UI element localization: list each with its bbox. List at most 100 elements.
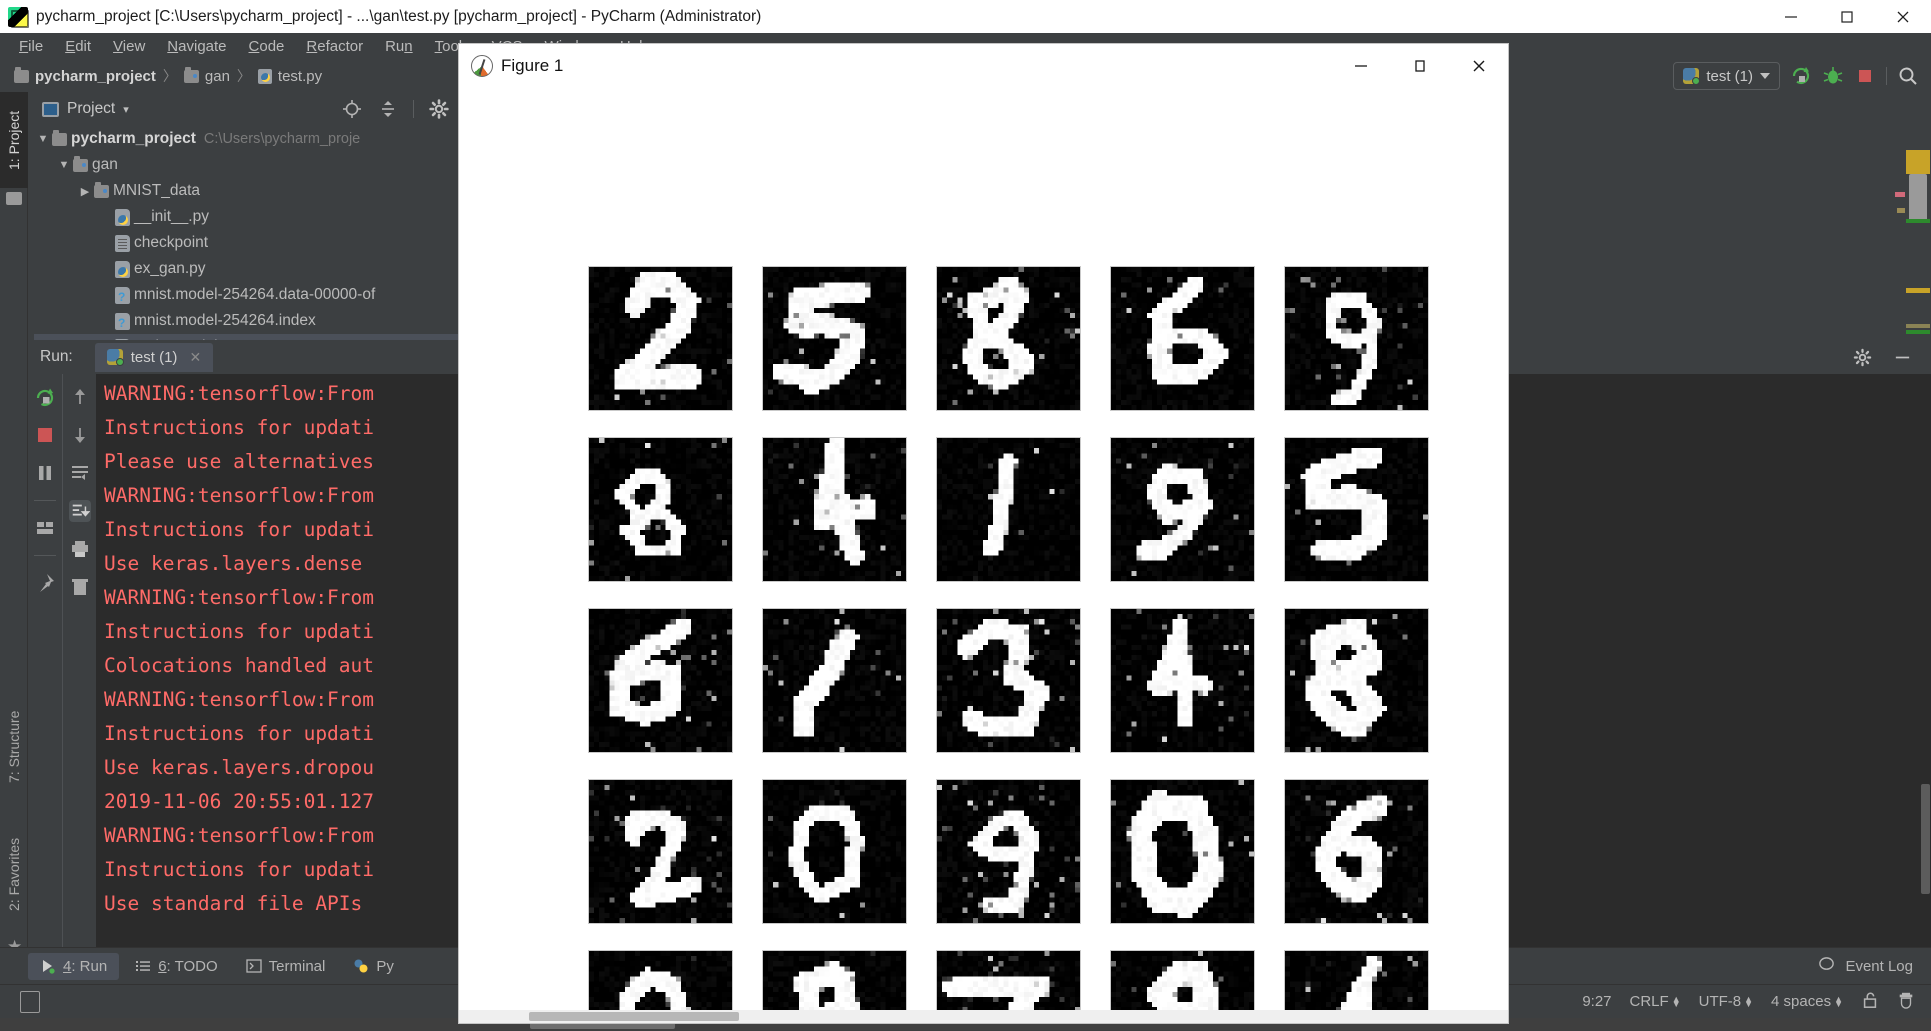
text-file-icon — [115, 234, 130, 252]
menu-item-navigate[interactable]: Navigate — [156, 36, 237, 57]
rerun-icon[interactable] — [34, 386, 56, 408]
scrollbar-thumb[interactable] — [529, 1012, 739, 1021]
bottom-tab-4-run[interactable]: 4: Run — [28, 952, 120, 980]
gear-icon[interactable] — [428, 98, 450, 120]
menu-item-code[interactable]: Code — [238, 36, 296, 57]
chevron-updown-icon[interactable]: ▲ ▼ — [1672, 994, 1681, 1008]
unlocked-icon[interactable] — [1861, 991, 1879, 1013]
chevron-down-icon[interactable]: ▼ — [34, 133, 52, 145]
breadcrumb-item-project[interactable]: pycharm_project — [14, 66, 156, 85]
layout-icon[interactable] — [34, 517, 56, 539]
run-actions-toolbar — [28, 374, 62, 947]
soft-wrap-icon[interactable] — [69, 462, 91, 484]
line-separator[interactable]: CRLF — [1630, 993, 1669, 1010]
tree-node[interactable]: mnist.model-254264.data-00000-of — [34, 282, 460, 308]
pin-icon[interactable] — [34, 572, 56, 594]
bottom-tab-label: Py — [376, 957, 394, 975]
bottom-tab-6-todo[interactable]: 6: TODO — [123, 953, 229, 980]
sidebar-item-project[interactable]: 1: Project — [0, 92, 28, 188]
menu-item-edit[interactable]: Edit — [54, 36, 102, 57]
figure-canvas[interactable] — [459, 87, 1508, 1023]
scroll-to-end-icon[interactable] — [68, 500, 91, 522]
run-icon[interactable] — [1790, 65, 1812, 87]
collapse-all-icon[interactable] — [377, 98, 399, 120]
digit-sample-image — [1285, 609, 1428, 752]
tree-node-label: pycharm_project — [71, 130, 196, 147]
gear-icon[interactable] — [1851, 346, 1873, 368]
breadcrumb-item-file[interactable]: test.py — [257, 68, 322, 85]
chevron-updown-icon[interactable]: ▲ ▼ — [1834, 994, 1843, 1008]
console-scrollbar[interactable] — [1919, 374, 1931, 947]
menu-item-refactor[interactable]: Refactor — [295, 36, 374, 57]
chevron-down-icon[interactable]: ▾ — [123, 103, 129, 116]
menu-item-run[interactable]: Run — [374, 36, 424, 57]
minimize-button[interactable] — [1763, 0, 1819, 33]
maximize-button[interactable] — [1819, 0, 1875, 33]
down-icon[interactable] — [69, 424, 91, 446]
tree-node[interactable]: ex_gan.py — [34, 256, 460, 282]
toolbar-divider — [1886, 67, 1887, 85]
sidebar-item-label: 7: Structure — [6, 710, 22, 784]
run-configuration-selector[interactable]: test (1) — [1673, 62, 1780, 90]
chevron-down-icon — [1760, 73, 1770, 79]
locate-icon[interactable] — [341, 98, 363, 120]
chevron-right-icon[interactable]: ▶ — [76, 185, 94, 198]
tree-node[interactable]: ▼ pycharm_project C:\Users\pycharm_proje — [34, 126, 460, 152]
pause-icon[interactable] — [34, 462, 56, 484]
run-toolbar: test (1) — [1673, 62, 1931, 90]
chevron-updown-icon[interactable]: ▲ ▼ — [1744, 994, 1753, 1008]
tree-node[interactable]: mnist.model-254264.index — [34, 308, 460, 334]
close-button[interactable] — [1875, 0, 1931, 33]
gutter-marker — [1906, 288, 1930, 293]
figure-maximize-button[interactable] — [1390, 44, 1449, 87]
sidebar-item-structure[interactable]: 7: Structure — [0, 692, 28, 802]
stop-icon[interactable] — [34, 424, 56, 446]
tree-node[interactable]: __init__.py — [34, 204, 460, 230]
digit-sample-cell — [1110, 779, 1255, 924]
event-log-button[interactable]: Event Log — [1818, 956, 1931, 977]
digit-sample-cell — [762, 266, 907, 411]
menu-item-file[interactable]: File — [8, 36, 54, 57]
tree-node-label: gan — [92, 156, 118, 173]
digit-sample-cell — [762, 437, 907, 582]
close-icon[interactable]: ✕ — [189, 349, 201, 366]
trash-icon[interactable] — [69, 576, 91, 598]
menu-item-view[interactable]: View — [102, 36, 156, 57]
digit-sample-image — [589, 438, 732, 581]
minimize-icon[interactable] — [1891, 346, 1913, 368]
file-encoding[interactable]: UTF-8 — [1699, 993, 1742, 1010]
scrollbar-thumb[interactable] — [1921, 784, 1930, 894]
figure-horizontal-scrollbar[interactable] — [459, 1010, 1508, 1023]
digit-sample-image — [937, 438, 1080, 581]
print-icon[interactable] — [69, 538, 91, 560]
scrollbar-thumb[interactable] — [1909, 174, 1927, 222]
memory-icon[interactable] — [20, 990, 40, 1013]
sidebar-item-label: 1: Project — [6, 110, 22, 170]
tree-node-label: ex_gan.py — [134, 260, 206, 277]
sidebar-item-favorites[interactable]: 2: Favorites — [0, 817, 28, 932]
stop-icon[interactable] — [1854, 65, 1876, 87]
caret-position[interactable]: 9:27 — [1582, 993, 1611, 1010]
tree-node[interactable]: ▶ MNIST_data — [34, 178, 460, 204]
folder-icon — [73, 155, 88, 172]
gutter-marker — [1895, 192, 1905, 197]
tree-node[interactable]: checkpoint — [34, 230, 460, 256]
digit-sample-cell — [762, 779, 907, 924]
bottom-tab-py[interactable]: Py — [341, 953, 406, 980]
chevron-down-icon[interactable]: ▼ — [55, 159, 73, 171]
run-tab[interactable]: test (1) ✕ — [94, 342, 214, 372]
python-config-icon — [106, 349, 124, 366]
indent-setting[interactable]: 4 spaces — [1771, 993, 1831, 1010]
tree-node[interactable]: ▼ gan — [34, 152, 460, 178]
search-icon[interactable] — [1897, 65, 1919, 87]
run-window-label: Run: — [40, 348, 73, 365]
python-config-icon — [1683, 68, 1701, 85]
pycharm-icon — [8, 6, 29, 28]
up-icon[interactable] — [69, 386, 91, 408]
figure-minimize-button[interactable] — [1331, 44, 1390, 87]
hector-icon[interactable] — [1897, 991, 1915, 1013]
debug-icon[interactable] — [1822, 65, 1844, 87]
breadcrumb-item-gan[interactable]: gan — [183, 66, 230, 85]
bottom-tab-terminal[interactable]: Terminal — [234, 953, 338, 980]
figure-close-button[interactable] — [1449, 44, 1508, 87]
